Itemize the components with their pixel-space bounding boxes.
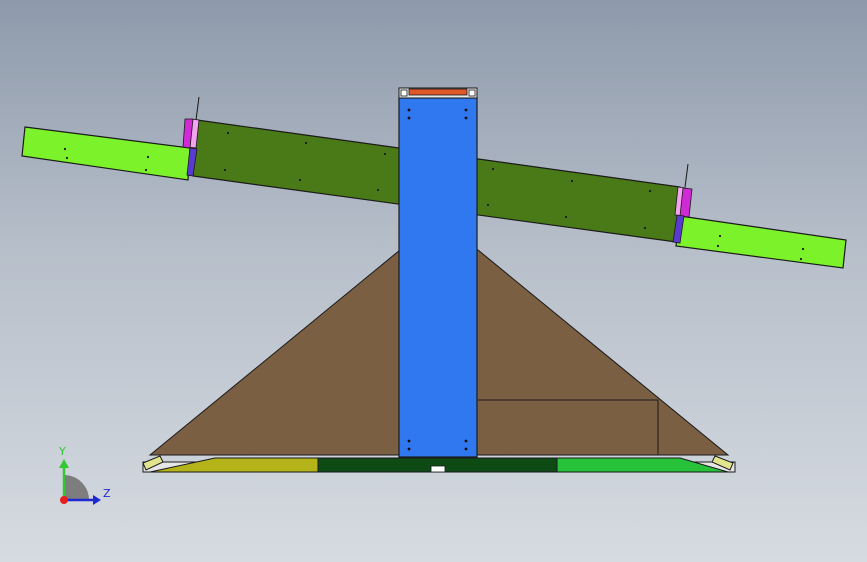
bolt-hole [407,108,411,112]
y-axis-arrowhead [59,459,69,468]
base-segment-right [556,457,729,473]
arm-right-end [675,215,847,269]
bolt-hole [643,226,647,230]
bolt-hole [376,188,380,192]
bolt-hole [491,167,495,171]
bolt-hole [407,439,411,443]
model-scene: Y Z [21,87,847,505]
bolt-hole [407,116,411,120]
bolt-hole [383,152,387,156]
coordinate-triad: Y Z [58,445,111,505]
bolt-hole [407,447,411,451]
hinge-left-pin [195,96,200,121]
x-axis-dot [60,496,68,504]
bolt-hole [223,168,227,172]
bolt-hole [716,244,720,248]
bolt-hole [144,168,148,172]
bolt-hole [564,215,568,219]
bolt-hole [486,203,490,207]
bolt-hole [298,178,302,182]
bolt-hole [464,116,468,120]
bolt-hole [304,141,308,145]
column-top-cap [408,88,468,96]
bolt-hole [464,108,468,112]
bolt-hole [464,439,468,443]
y-axis-label: Y [58,445,66,458]
column-top-corner-right [468,89,476,97]
bolt-hole [570,179,574,183]
base-notch [430,465,446,473]
center-column [398,97,478,458]
bolt-hole [464,447,468,451]
bolt-hole [146,155,150,159]
z-axis-arrowhead [93,495,101,505]
bolt-hole [648,189,652,193]
bolt-hole [63,147,67,151]
z-axis-label: Z [103,487,111,500]
triad-hub-quadrant [64,475,89,500]
bolt-hole [801,247,805,251]
column-top-corner-left [400,89,408,97]
hinge-right-pin [684,163,689,188]
bolt-hole [226,131,230,135]
bolt-hole [65,156,69,160]
arm-left-end [21,126,191,181]
bolt-hole [718,234,722,238]
bolt-hole [799,257,803,261]
cad-viewport[interactable]: Y Z [0,0,867,562]
